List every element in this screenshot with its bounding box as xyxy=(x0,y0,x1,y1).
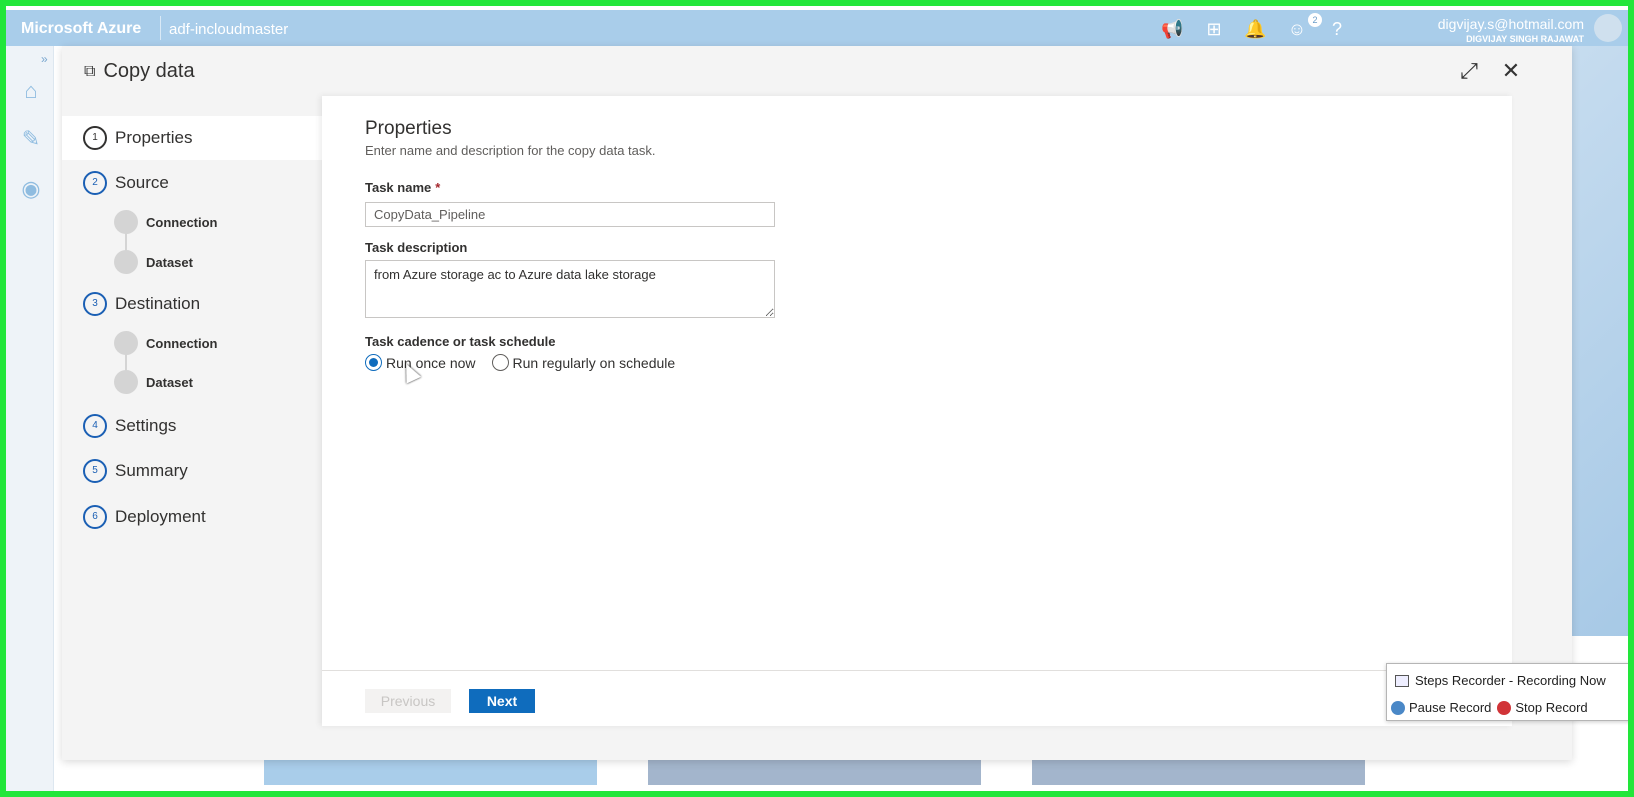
substep-dot xyxy=(114,250,138,274)
substep-label: Dataset xyxy=(146,254,193,270)
step-label: Source xyxy=(115,173,169,192)
recorder-title: Steps Recorder - Recording Now xyxy=(1395,673,1606,688)
substep-dot xyxy=(114,210,138,234)
properties-panel: Properties Enter name and description fo… xyxy=(322,96,1512,726)
monitor-gauge-icon[interactable]: ◉ xyxy=(18,176,44,202)
step-label: Deployment xyxy=(115,507,206,526)
task-name-label: Task name * xyxy=(365,180,440,195)
step-number: 2 xyxy=(83,171,107,195)
divider xyxy=(160,16,161,40)
next-button[interactable]: Next xyxy=(469,689,535,713)
help-icon[interactable]: ? xyxy=(1326,18,1348,40)
substep-label: Dataset xyxy=(146,374,193,390)
expand-nav-icon[interactable]: » xyxy=(41,52,48,66)
copy-data-dialog: ⧉ Copy data ⤢ ✕ 1 Properties 2 Source Co… xyxy=(62,46,1572,760)
notification-count-badge: 2 xyxy=(1308,13,1322,27)
step-label: Settings xyxy=(115,416,177,435)
radio-run-schedule[interactable] xyxy=(491,354,509,371)
step-label: Summary xyxy=(115,461,188,480)
dialog-title-text: Copy data xyxy=(103,60,195,82)
substep-label: Connection xyxy=(146,335,218,351)
radio-run-once[interactable] xyxy=(365,354,382,371)
substep-dot xyxy=(114,370,138,394)
user-email[interactable]: digvijay.s@hotmail.com xyxy=(1438,16,1584,32)
author-pencil-icon[interactable]: ✎ xyxy=(18,126,44,152)
stop-icon xyxy=(1497,700,1512,715)
azure-brand[interactable]: Microsoft Azure xyxy=(21,20,141,38)
panel-subtitle: Enter name and description for the copy … xyxy=(365,143,656,158)
task-name-input[interactable] xyxy=(365,202,775,227)
substep-source-dataset[interactable]: Dataset xyxy=(114,249,193,275)
step-label: Destination xyxy=(115,294,201,313)
step-destination[interactable]: 3 Destination xyxy=(62,282,322,326)
copy-data-icon: ⧉ xyxy=(84,62,96,80)
task-description-label: Task description xyxy=(365,240,468,255)
recorder-controls: Pause Record Stop Record xyxy=(1391,700,1588,715)
step-number: 6 xyxy=(83,505,107,529)
stop-record-label: Stop Record xyxy=(1515,700,1588,715)
smiley-feedback-icon[interactable]: ☺ xyxy=(1286,18,1308,40)
megaphone-icon[interactable]: 📢 xyxy=(1161,18,1183,40)
maximize-icon[interactable]: ⤢ xyxy=(1456,58,1482,84)
pause-record-label: Pause Record xyxy=(1409,700,1492,715)
required-asterisk: * xyxy=(435,180,441,195)
step-number: 1 xyxy=(83,126,107,150)
substep-source-connection[interactable]: Connection xyxy=(114,209,218,235)
step-settings[interactable]: 4 Settings xyxy=(62,404,322,448)
data-factory-name[interactable]: adf-incloudmaster xyxy=(169,21,288,38)
home-icon[interactable]: ⌂ xyxy=(18,78,44,104)
user-display-name: DIGVIJAY SINGH RAJAWAT xyxy=(1466,34,1584,44)
task-name-label-text: Task name xyxy=(365,180,432,195)
radio-run-schedule-label[interactable]: Run regularly on schedule xyxy=(513,355,676,371)
recorder-app-icon xyxy=(1395,674,1409,687)
step-number: 4 xyxy=(83,414,107,438)
substep-dot xyxy=(114,331,138,355)
recorder-title-text: Steps Recorder - Recording Now xyxy=(1415,673,1606,688)
left-nav-rail: » ⌂ ✎ ◉ xyxy=(6,46,54,791)
feedback-switch-icon[interactable]: ⊞ xyxy=(1203,18,1225,40)
close-icon[interactable]: ✕ xyxy=(1498,58,1524,84)
substep-label: Connection xyxy=(146,214,218,230)
substep-destination-dataset[interactable]: Dataset xyxy=(114,369,193,395)
wizard-footer: Previous Next xyxy=(322,670,1512,726)
dialog-title: ⧉ Copy data xyxy=(84,60,195,83)
step-label: Properties xyxy=(115,128,193,147)
notification-bell-icon[interactable]: 🔔 xyxy=(1244,18,1266,40)
task-cadence-label: Task cadence or task schedule xyxy=(365,334,556,349)
previous-button[interactable]: Previous xyxy=(365,689,451,713)
task-description-textarea[interactable]: from Azure storage ac to Azure data lake… xyxy=(365,260,775,318)
steps-recorder-window: Steps Recorder - Recording Now Pause Rec… xyxy=(1386,663,1634,721)
step-properties[interactable]: 1 Properties xyxy=(62,116,322,160)
stop-record-button[interactable]: Stop Record xyxy=(1497,700,1588,715)
step-number: 5 xyxy=(83,459,107,483)
step-summary[interactable]: 5 Summary xyxy=(62,449,322,493)
step-source[interactable]: 2 Source xyxy=(62,161,322,205)
step-number: 3 xyxy=(83,292,107,316)
step-deployment[interactable]: 6 Deployment xyxy=(62,495,322,539)
pause-record-button[interactable]: Pause Record xyxy=(1391,700,1491,715)
panel-title: Properties xyxy=(365,118,452,139)
substep-destination-connection[interactable]: Connection xyxy=(114,330,218,356)
pause-icon xyxy=(1391,700,1405,715)
user-avatar[interactable] xyxy=(1594,14,1622,42)
azure-top-bar: Microsoft Azure adf-incloudmaster 📢 ⊞ 🔔 … xyxy=(6,10,1628,46)
